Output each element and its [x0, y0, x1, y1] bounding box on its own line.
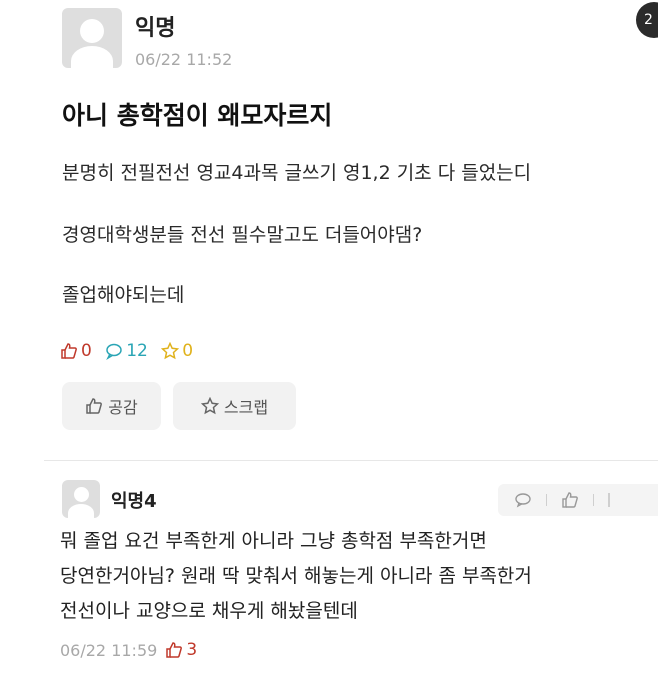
scrap-count: 0 [161, 341, 193, 361]
avatar [62, 8, 122, 68]
like-button[interactable]: 공감 [62, 382, 161, 430]
comment-meta: 06/22 11:59 3 [60, 640, 197, 660]
star-icon [200, 397, 219, 415]
post-time: 06/22 11:52 [135, 50, 233, 69]
thumbs-up-icon [166, 642, 183, 658]
comment-actions [498, 484, 658, 516]
comment-like-value: 3 [186, 640, 198, 660]
thumbs-up-icon [86, 398, 103, 414]
scrap-button[interactable]: 스크랩 [173, 382, 296, 430]
like-count-value: 0 [81, 341, 92, 361]
divider [593, 494, 594, 506]
post-stats: 0 12 0 [60, 341, 201, 363]
notification-badge[interactable]: 2 [636, 2, 658, 38]
star-icon [161, 342, 180, 360]
comment-text-line: 당연한거아님? 원래 딱 맞춰서 해놓는게 아니라 좀 부족한거 [60, 565, 532, 587]
post-body-line: 졸업해야되는데 [62, 284, 185, 306]
comment-time: 06/22 11:59 [60, 640, 158, 660]
post-title: 아니 총학점이 왜모자르지 [62, 101, 333, 130]
comment-text-line: 전선이나 교양으로 채우게 해놨을텐데 [60, 600, 358, 622]
reply-icon[interactable] [514, 492, 532, 508]
thumbs-up-icon[interactable] [561, 491, 579, 509]
scrap-button-label: 스크랩 [223, 398, 269, 417]
comment-icon [106, 343, 122, 360]
scrap-count-value: 0 [182, 341, 194, 361]
post-body-line: 분명히 전필전선 영교4과목 글쓰기 영1,2 기초 다 들었는디 [62, 162, 532, 184]
comment-count-value: 12 [126, 341, 148, 361]
comment-like-count: 3 [165, 640, 197, 660]
comment-text-line: 뭐 졸업 요건 부족한게 아니라 그냥 총학점 부족한거면 [60, 530, 487, 552]
post-body-line: 경영대학생분들 전선 필수말고도 더들어야댐? [62, 224, 423, 246]
like-count: 0 [60, 341, 92, 361]
divider [546, 494, 547, 506]
comment-avatar [62, 480, 100, 518]
comment-count: 12 [105, 341, 148, 361]
post-author: 익명 [135, 16, 176, 41]
comment-author: 익명4 [111, 491, 157, 512]
like-button-label: 공감 [108, 398, 138, 417]
more-options-icon[interactable] [608, 493, 610, 507]
thumbs-up-icon [61, 343, 77, 359]
divider [44, 460, 658, 461]
